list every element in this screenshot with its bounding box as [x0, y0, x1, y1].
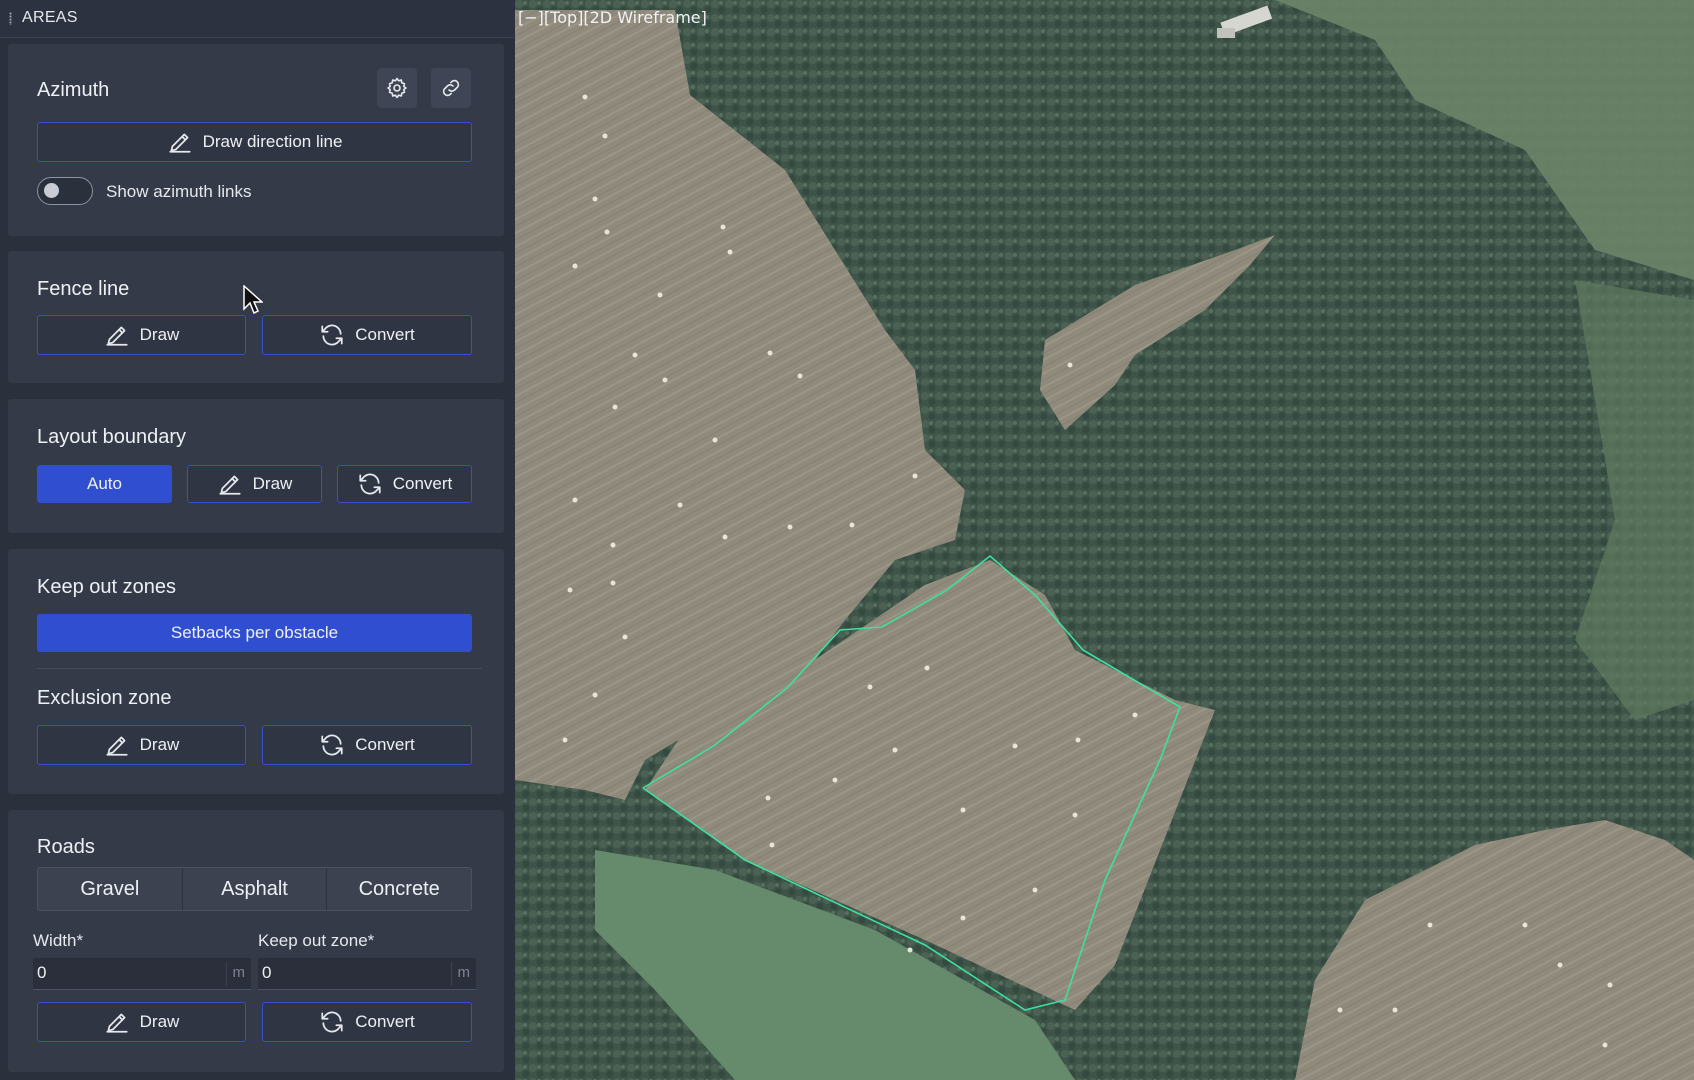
- unit-separator: [226, 962, 227, 986]
- pencil-icon: [106, 736, 128, 756]
- keep-out-card: Keep out zones Setbacks per obstacle Exc…: [8, 549, 504, 794]
- panel-title: AREAS: [22, 9, 78, 26]
- exclusion-draw-button[interactable]: Draw: [37, 725, 246, 765]
- road-type-asphalt[interactable]: Asphalt: [183, 868, 328, 910]
- keep-out-zone-input[interactable]: [258, 958, 446, 988]
- keep-out-zone-label: Keep out zone*: [258, 931, 375, 950]
- pencil-icon: [168, 133, 191, 153]
- roads-draw-button[interactable]: Draw: [37, 1002, 246, 1042]
- exclusion-zone-heading: Exclusion zone: [37, 687, 172, 709]
- refresh-icon: [321, 1011, 343, 1033]
- azimuth-link-button[interactable]: [431, 68, 471, 108]
- road-type-selector: Gravel Asphalt Concrete: [37, 867, 472, 911]
- draw-direction-line-label: Draw direction line: [202, 132, 343, 151]
- road-type-gravel[interactable]: Gravel: [38, 868, 183, 910]
- fence-line-heading: Fence line: [37, 278, 130, 300]
- aerial-imagery: [515, 0, 1694, 1080]
- roads-convert-button[interactable]: Convert: [262, 1002, 472, 1042]
- roads-card: Roads Gravel Asphalt Concrete Width* Kee…: [8, 810, 504, 1072]
- fence-line-draw-button[interactable]: Draw: [37, 315, 246, 355]
- width-field: m: [33, 958, 251, 990]
- viewport-view-label[interactable]: [−][Top][2D Wireframe]: [518, 8, 707, 27]
- width-label: Width*: [33, 931, 84, 950]
- refresh-icon: [321, 324, 343, 346]
- areas-panel: AREAS Azimuth Draw direction line Show a…: [0, 0, 514, 1080]
- layout-boundary-auto-button[interactable]: Auto: [37, 465, 172, 503]
- panel-titlebar[interactable]: AREAS: [0, 0, 514, 38]
- width-unit: m: [232, 964, 246, 981]
- fence-line-draw-label: Draw: [139, 325, 180, 344]
- unit-separator: [451, 962, 452, 986]
- keep-out-heading: Keep out zones: [37, 576, 176, 598]
- link-icon: [442, 79, 460, 97]
- roads-draw-label: Draw: [139, 1012, 180, 1031]
- mouse-pointer-icon: [243, 285, 263, 315]
- exclusion-convert-label: Convert: [355, 735, 415, 754]
- pencil-icon: [106, 326, 128, 346]
- show-azimuth-links-label: Show azimuth links: [106, 182, 252, 201]
- fence-line-convert-label: Convert: [355, 325, 415, 344]
- road-type-concrete[interactable]: Concrete: [327, 868, 471, 910]
- refresh-icon: [359, 473, 381, 495]
- setbacks-per-obstacle-button[interactable]: Setbacks per obstacle: [37, 614, 472, 652]
- gear-icon: [387, 77, 407, 99]
- azimuth-settings-button[interactable]: [377, 68, 417, 108]
- layout-boundary-auto-label: Auto: [87, 474, 122, 493]
- azimuth-heading: Azimuth: [37, 79, 110, 101]
- map-viewport[interactable]: [−][Top][2D Wireframe]: [515, 0, 1694, 1080]
- keep-out-zone-unit: m: [457, 964, 471, 981]
- fence-line-convert-button[interactable]: Convert: [262, 315, 472, 355]
- layout-boundary-draw-label: Draw: [252, 474, 293, 493]
- setbacks-per-obstacle-label: Setbacks per obstacle: [170, 623, 339, 642]
- exclusion-convert-button[interactable]: Convert: [262, 725, 472, 765]
- exclusion-draw-label: Draw: [139, 735, 180, 754]
- layout-boundary-heading: Layout boundary: [37, 426, 187, 448]
- width-input[interactable]: [33, 958, 221, 988]
- toggle-knob: [44, 183, 59, 198]
- refresh-icon: [321, 734, 343, 756]
- layout-boundary-card: Layout boundary Auto Draw Convert: [8, 399, 504, 533]
- azimuth-card: Azimuth Draw direction line Show azimuth…: [8, 44, 504, 236]
- pencil-icon: [106, 1013, 128, 1033]
- section-divider: [37, 668, 482, 669]
- draw-direction-line-button[interactable]: Draw direction line: [37, 122, 472, 162]
- keep-out-zone-field: m: [258, 958, 476, 990]
- pencil-icon: [219, 475, 241, 495]
- fence-line-card: Fence line Draw Convert: [8, 251, 504, 383]
- layout-boundary-draw-button[interactable]: Draw: [187, 465, 322, 503]
- roads-convert-label: Convert: [355, 1012, 415, 1031]
- layout-boundary-convert-label: Convert: [392, 474, 453, 493]
- show-azimuth-links-toggle[interactable]: [37, 177, 93, 205]
- roads-heading: Roads: [37, 836, 95, 858]
- drag-grip-icon[interactable]: [9, 12, 12, 25]
- layout-boundary-convert-button[interactable]: Convert: [337, 465, 472, 503]
